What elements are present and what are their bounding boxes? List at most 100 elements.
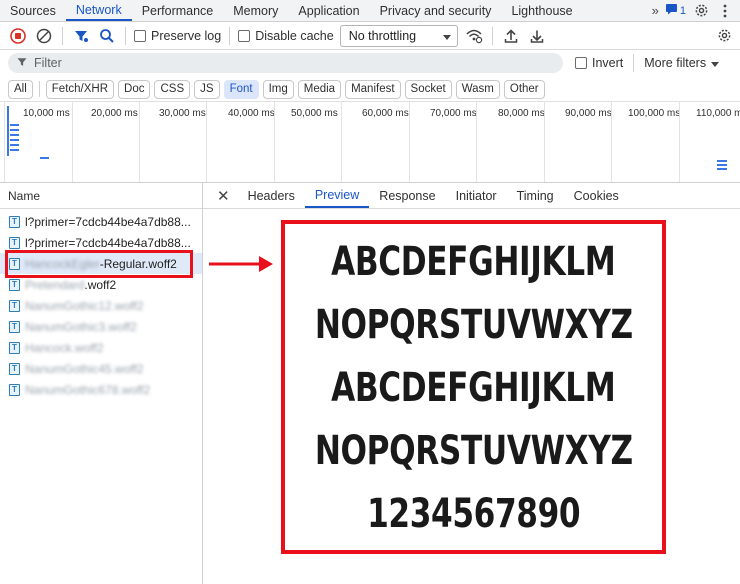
tab-preview[interactable]: Preview (304, 183, 370, 208)
type-filter-css[interactable]: CSS (154, 79, 191, 99)
timeline-tick: 60,000 ms (341, 102, 409, 182)
network-settings-gear-icon[interactable] (714, 26, 734, 46)
export-har-icon[interactable] (527, 26, 547, 46)
preserve-log-label: Preserve log (151, 28, 222, 43)
clear-icon[interactable] (34, 26, 54, 46)
dropdown-arrow-icon (711, 56, 720, 70)
timeline-tick: 30,000 ms (139, 102, 206, 182)
devtools-tabbar: Sources Network Performance Memory Appli… (0, 0, 740, 22)
filter-row: Filter Invert More filters (0, 50, 740, 76)
tab-memory[interactable]: Memory (223, 0, 288, 21)
tab-headers[interactable]: Headers (238, 183, 305, 208)
type-filter-wasm[interactable]: Wasm (455, 79, 500, 99)
type-filter-fetch-xhr[interactable]: Fetch/XHR (45, 79, 115, 99)
type-filter-font[interactable]: Font (223, 79, 259, 99)
request-name-blurred: NanumGothic678.woff2 (25, 382, 151, 397)
font-file-icon: T (9, 215, 20, 228)
font-preview-line: NOPQRSTUVWXYZ (314, 301, 633, 348)
network-overview-timeline[interactable]: 10,000 ms 20,000 ms 30,000 ms 40,000 ms … (0, 101, 740, 183)
tab-privacy-and-security[interactable]: Privacy and security (370, 0, 502, 21)
filter-input[interactable]: Filter (8, 53, 563, 73)
font-file-icon: T (9, 362, 20, 375)
type-filter-js[interactable]: JS (194, 79, 220, 99)
throttling-select[interactable]: No throttling (339, 24, 458, 47)
dropdown-arrow-icon (442, 29, 451, 43)
request-row[interactable]: T Hancock.woff2 (0, 337, 202, 358)
request-row[interactable]: T NanumGothic45.woff2 (0, 358, 202, 379)
type-filter-media[interactable]: Media (297, 79, 342, 99)
tab-response[interactable]: Response (369, 183, 445, 208)
request-name-blurred: NanumGothic45.woff2 (25, 361, 144, 376)
message-count: 1 (679, 4, 686, 17)
timeline-tick-label: 50,000 ms (291, 108, 338, 119)
tab-network[interactable]: Network (65, 0, 132, 21)
more-filters-label: More filters (644, 56, 707, 70)
more-options-icon[interactable] (716, 2, 734, 20)
timeline-tick-label: 20,000 ms (91, 108, 138, 119)
settings-gear-icon[interactable] (692, 2, 710, 20)
font-file-icon: T (9, 341, 20, 354)
name-header-label: Name (8, 188, 41, 203)
timeline-tick: 90,000 ms (544, 102, 612, 182)
tab-cookies[interactable]: Cookies (564, 183, 629, 208)
timeline-tick-label: 40,000 ms (228, 108, 275, 119)
more-filters-button[interactable]: More filters (644, 56, 720, 70)
checkbox-box[interactable] (575, 57, 587, 69)
record-stop-icon[interactable] (8, 26, 28, 46)
type-filter-other[interactable]: Other (503, 79, 545, 99)
tab-performance[interactable]: Performance (132, 0, 224, 21)
request-row[interactable]: T NanumGothic3.woff2 (0, 316, 202, 337)
messages-badge[interactable]: 1 (665, 3, 686, 18)
chip-divider (38, 81, 40, 97)
type-filter-all[interactable]: All (8, 79, 33, 99)
toolbar-divider (229, 26, 231, 45)
request-name: .woff2 (84, 277, 117, 292)
timeline-tick-label: 70,000 ms (430, 108, 477, 119)
filter-funnel-icon[interactable] (71, 26, 91, 46)
timeline-tick: 20,000 ms (72, 102, 138, 182)
tab-initiator[interactable]: Initiator (446, 183, 507, 208)
font-preview-line: ABCDEFGHIJKLM (331, 238, 616, 285)
tab-application[interactable]: Application (288, 0, 369, 21)
search-icon[interactable] (97, 26, 117, 46)
toolbar-divider (62, 26, 63, 45)
timeline-tick-label: 80,000 ms (498, 108, 545, 119)
import-har-icon[interactable] (501, 26, 521, 46)
filter-placeholder: Filter (34, 56, 62, 70)
timeline-tick: 70,000 ms (409, 102, 477, 182)
arrow-right-icon (209, 256, 273, 272)
font-file-icon: T (9, 278, 20, 291)
double-chevron-right-icon[interactable]: » (652, 3, 659, 18)
filter-funnel-icon (16, 56, 28, 71)
type-filter-img[interactable]: Img (262, 79, 294, 99)
network-toolbar: Preserve log Disable cache No throttling (0, 22, 740, 50)
preserve-log-checkbox[interactable]: Preserve log (134, 29, 221, 43)
checkbox-box[interactable] (238, 29, 251, 42)
name-column-header[interactable]: Name (0, 183, 202, 209)
tab-sources[interactable]: Sources (0, 0, 66, 21)
request-name: l?primer=7cdcb44be4a7db88... (25, 214, 191, 229)
type-filter-doc[interactable]: Doc (118, 79, 151, 99)
request-name-blurred: NanumGothic12.woff2 (25, 298, 144, 313)
type-filter-manifest[interactable]: Manifest (345, 79, 401, 99)
disable-cache-checkbox[interactable]: Disable cache (238, 29, 334, 43)
request-row[interactable]: T NanumGothic678.woff2 (0, 379, 202, 400)
font-file-icon: T (9, 299, 20, 312)
toolbar-divider (491, 26, 493, 45)
invert-checkbox[interactable]: Invert (575, 56, 623, 70)
close-icon[interactable]: ✕ (209, 183, 238, 208)
timeline-tick: 40,000 ms (206, 102, 275, 182)
resource-type-filters: All Fetch/XHR Doc CSS JS Font Img Media … (0, 78, 740, 100)
type-filter-socket[interactable]: Socket (404, 79, 452, 99)
request-row[interactable]: T NanumGothic12.woff2 (0, 295, 202, 316)
timeline-tick-label: 90,000 ms (565, 108, 612, 119)
network-conditions-icon[interactable] (464, 26, 484, 46)
tab-lighthouse[interactable]: Lighthouse (501, 0, 582, 21)
request-name: l?primer=7cdcb44be4a7db88... (25, 235, 191, 250)
filter-divider (633, 54, 635, 72)
checkbox-box[interactable] (134, 29, 146, 42)
request-row[interactable]: T l?primer=7cdcb44be4a7db88... (0, 211, 202, 232)
overview-lines-icon (717, 160, 727, 170)
tab-timing[interactable]: Timing (507, 183, 564, 208)
highlight-box-selected-request (5, 250, 193, 278)
